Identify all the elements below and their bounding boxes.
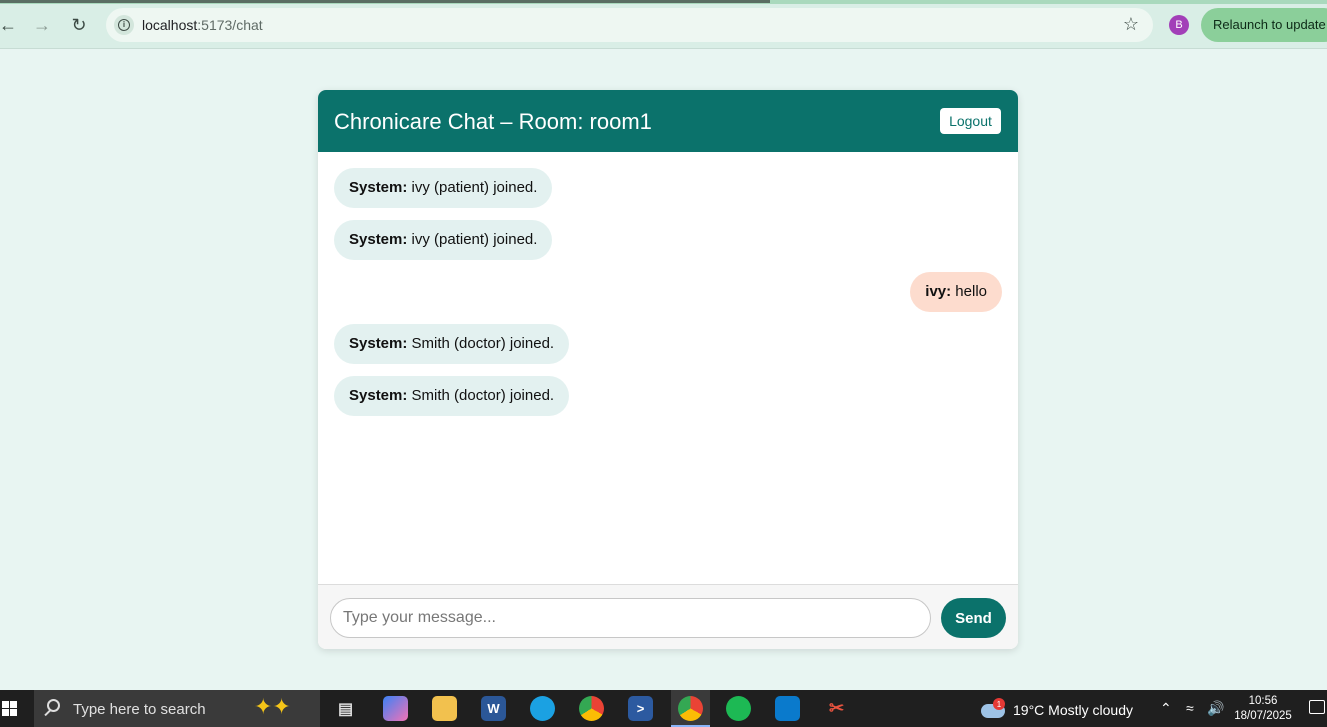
windows-start-icon[interactable] [0, 690, 30, 727]
url-path: :5173/chat [197, 17, 263, 33]
reload-icon[interactable]: ↻ [67, 13, 91, 37]
message-text: Smith (doctor) joined. [407, 387, 555, 404]
message-sender: System: [349, 387, 408, 404]
weather-text[interactable]: 19°C Mostly cloudy [1013, 702, 1133, 718]
back-icon[interactable]: ← [0, 13, 20, 37]
url-text: localhost:5173/chat [142, 17, 263, 33]
message-text: Smith (doctor) joined. [407, 335, 555, 352]
message-sender: System: [349, 231, 408, 248]
site-info-icon[interactable]: i [114, 15, 134, 35]
file-explorer-icon[interactable] [432, 696, 457, 721]
tab-strip [0, 0, 1327, 4]
volume-icon[interactable]: 🔊 [1207, 700, 1224, 717]
message-bubble: System: Smith (doctor) joined. [334, 376, 570, 416]
notification-icon[interactable] [1309, 700, 1325, 714]
own-message-bubble: ivy: hello [910, 272, 1002, 312]
profile-avatar[interactable]: B [1169, 15, 1189, 35]
weather-icon[interactable]: 1 [981, 698, 1005, 718]
clock-time: 10:56 [1248, 695, 1278, 707]
sparkle-icon: ✦✦ [254, 694, 291, 719]
weather-badge: 1 [993, 698, 1005, 710]
forward-icon[interactable]: → [30, 13, 54, 37]
message-sender: System: [349, 335, 408, 352]
wifi-icon[interactable]: ≈ [1186, 700, 1194, 716]
message-text: ivy (patient) joined. [407, 231, 538, 248]
message-text: ivy (patient) joined. [407, 179, 538, 196]
clock-date: 18/07/2025 [1234, 710, 1292, 722]
message-text: hello [951, 283, 987, 300]
message-bubble: System: ivy (patient) joined. [334, 168, 553, 208]
chevron-up-icon[interactable]: ⌃ [1160, 700, 1172, 717]
powershell-icon[interactable]: > [628, 696, 653, 721]
browser-toolbar: ← → ↻ i localhost:5173/chat ☆ B Relaunch… [0, 0, 1327, 49]
message-bubble: System: ivy (patient) joined. [334, 220, 553, 260]
message-list: System: ivy (patient) joined. System: iv… [318, 152, 1018, 584]
snipping-tool-icon[interactable]: ✂ [824, 696, 849, 721]
address-bar[interactable]: i localhost:5173/chat ☆ [106, 8, 1153, 42]
taskbar-search[interactable]: Type here to search ✦✦ [34, 690, 320, 727]
relaunch-button[interactable]: Relaunch to update [1201, 8, 1327, 42]
bookmark-star-icon[interactable]: ☆ [1123, 14, 1139, 35]
chat-header: Chronicare Chat – Room: room1 Logout [318, 90, 1018, 152]
chat-title: Chronicare Chat – Room: room1 [334, 109, 652, 134]
chat-card: Chronicare Chat – Room: room1 Logout Sys… [318, 90, 1018, 649]
send-button[interactable]: Send [941, 598, 1006, 638]
message-sender: ivy: [925, 283, 952, 300]
message-bubble: System: Smith (doctor) joined. [334, 324, 570, 364]
message-composer: Send [318, 584, 1018, 649]
word-icon[interactable]: W [481, 696, 506, 721]
url-host: localhost [142, 17, 198, 33]
edge-icon[interactable] [530, 696, 555, 721]
taskbar-search-text: Type here to search [73, 701, 206, 718]
task-view-icon[interactable]: ▤ [333, 696, 358, 721]
vscode-icon[interactable] [775, 696, 800, 721]
chrome-profile-icon[interactable] [678, 696, 703, 721]
clock[interactable]: 10:56 18/07/2025 [1232, 694, 1294, 724]
taskbar: Type here to search ✦✦ ▤ W > ✂ 1 19°C Mo… [0, 690, 1327, 727]
message-sender: System: [349, 179, 408, 196]
spotify-icon[interactable] [726, 696, 751, 721]
copilot-icon[interactable] [383, 696, 408, 721]
message-input[interactable] [330, 598, 931, 638]
search-icon [47, 699, 60, 712]
logout-button[interactable]: Logout [940, 108, 1001, 134]
chrome-icon[interactable] [579, 696, 604, 721]
